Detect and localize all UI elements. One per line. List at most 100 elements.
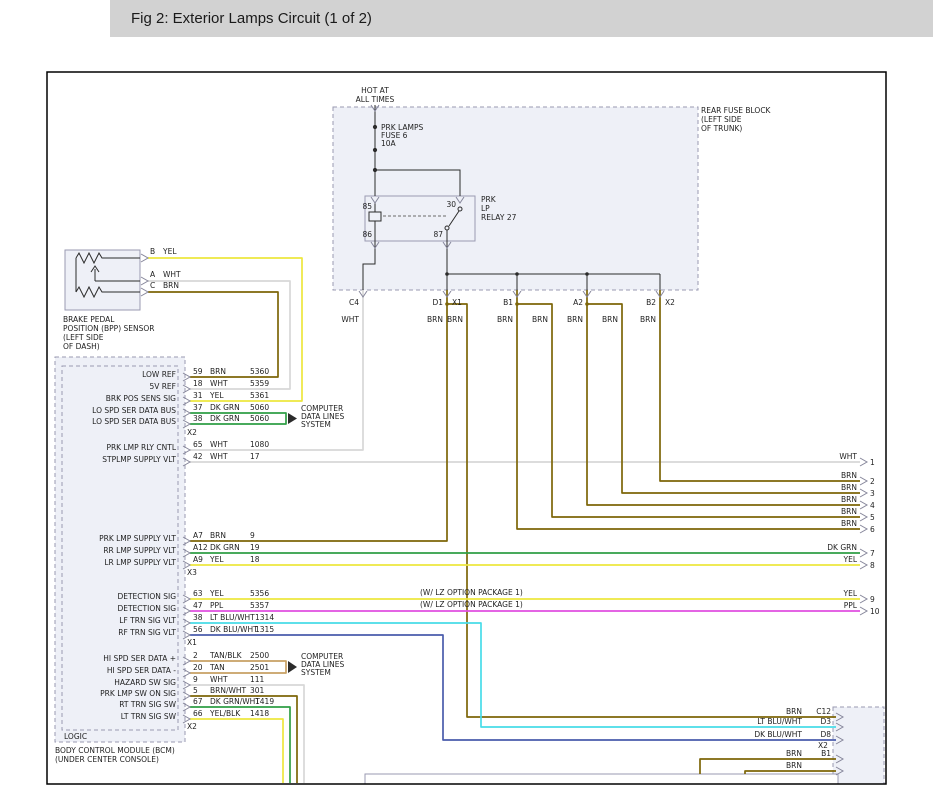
bcm-logic-label: LOGIC	[64, 732, 87, 741]
bcm-pin: 18	[193, 379, 203, 388]
wire-color-label: WHT	[341, 315, 359, 324]
circuit-number: 5360	[250, 367, 269, 376]
circuit-number: 1314	[255, 613, 274, 622]
exit-conn-label: X1	[452, 298, 462, 307]
right-pin-number: 2	[870, 477, 875, 486]
wire-color-label: BRN	[841, 495, 857, 504]
power-label: ALL TIMES	[356, 95, 395, 104]
junction-dot	[373, 168, 377, 172]
pin-chevron-icon	[860, 458, 867, 466]
pin-chevron-icon	[860, 489, 867, 497]
wire-color-label: BRN	[532, 315, 548, 324]
wire-color-label: WHT	[210, 452, 228, 461]
data-lines-label: SYSTEM	[301, 420, 331, 429]
circuit-number: 17	[250, 452, 260, 461]
right-pin-number: 5	[870, 513, 875, 522]
rear-pin-label: B1	[821, 749, 831, 758]
bcm-signal-label: STPLMP SUPPLY VLT	[102, 455, 176, 464]
fuse-terminal-dot	[373, 125, 377, 129]
bcm-signal-label: LF TRN SIG VLT	[119, 616, 176, 625]
option-note: (W/ LZ OPTION PACKAGE 1)	[420, 600, 523, 609]
bcm-connector-label: X3	[187, 568, 197, 577]
bus-dot	[515, 272, 519, 276]
bcm-pin: 42	[193, 452, 203, 461]
data-lines-arrow-icon	[288, 413, 297, 424]
wire-color-label: BRN	[640, 315, 656, 324]
bpp-pin-label: B	[150, 247, 155, 256]
wire-ltblu-lf-trn	[190, 623, 836, 727]
circuit-number: 1418	[250, 709, 269, 718]
circuit-number: 18	[250, 555, 260, 564]
fuse-terminal-dot	[373, 148, 377, 152]
wire-brn-pin4	[587, 290, 860, 505]
bcm-pin: 56	[193, 625, 203, 634]
bpp-pin-label: C	[150, 281, 155, 290]
wire-color-label: WHT	[163, 270, 181, 279]
bcm-signal-label: HI SPD SER DATA +	[103, 654, 176, 663]
bcm-pin: 37	[193, 403, 203, 412]
wire-color-label: BRN	[786, 761, 802, 770]
wire-color-label: TAN	[209, 663, 225, 672]
bcm-signal-label: HI SPD SER DATA -	[107, 666, 176, 675]
bcm-pin: 9	[193, 675, 198, 684]
bcm-signal-label: LO SPD SER DATA BUS	[92, 417, 176, 426]
wire-color-label: YEL	[209, 555, 224, 564]
pin-chevron-icon	[860, 549, 867, 557]
relay-pin-label: 30	[446, 200, 456, 209]
wire-color-label: YEL	[843, 589, 858, 598]
wire-brnwht-prk-sw	[190, 696, 297, 783]
exit-pin-label: D1	[432, 298, 443, 307]
bcm-signal-label: PRK LMP RLY CNTL	[106, 443, 176, 452]
bcm-signal-label: DETECTION SIG	[117, 604, 176, 613]
relay-name: LP	[481, 204, 490, 213]
pin-chevron-icon	[141, 254, 148, 262]
bcm-pin: 38	[193, 414, 203, 423]
exit-pin-label: A2	[573, 298, 583, 307]
bcm-pin: 59	[193, 367, 203, 376]
circuit-number: 5361	[250, 391, 269, 400]
relay-name: RELAY 27	[481, 213, 517, 222]
bcm-signal-label: LT TRN SIG SW	[121, 712, 177, 721]
bcm-signal-label: DETECTION SIG	[117, 592, 176, 601]
bpp-name: BRAKE PEDAL	[63, 315, 115, 324]
wire-brn-pin2	[660, 290, 860, 481]
bcm-pin: 2	[193, 651, 198, 660]
circuit-number: 5356	[250, 589, 269, 598]
wire-color-label: DK GRN	[210, 403, 240, 412]
bcm-name: BODY CONTROL MODULE (BCM)	[55, 746, 175, 755]
bpp-name: (LEFT SIDE	[63, 333, 104, 342]
right-pin-number: 3	[870, 489, 875, 498]
pin-chevron-icon	[860, 477, 867, 485]
wire-color-label: LT BLU/WHT	[210, 613, 255, 622]
circuit-number: 1315	[255, 625, 274, 634]
wire-color-label: WHT	[210, 379, 228, 388]
option-note: (W/ LZ OPTION PACKAGE 1)	[420, 588, 523, 597]
right-pin-number: 8	[870, 561, 875, 570]
wire-color-label: BRN	[841, 519, 857, 528]
wire-color-label: BRN	[567, 315, 583, 324]
pin-chevron-icon	[141, 277, 148, 285]
bcm-signal-label: 5V REF	[149, 382, 176, 391]
pin-chevron-icon	[860, 607, 867, 615]
wire-color-label: BRN	[602, 315, 618, 324]
wire-color-label: DK GRN	[210, 543, 240, 552]
data-lines-label: SYSTEM	[301, 668, 331, 677]
wire-color-label: PPL	[210, 601, 224, 610]
pin-chevron-icon	[860, 561, 867, 569]
relay-contact	[445, 226, 449, 230]
circuit-number: 5359	[250, 379, 269, 388]
pin-chevron-icon	[860, 501, 867, 509]
bcm-connector-label: X2	[187, 722, 197, 731]
circuit-number: 1080	[250, 440, 269, 449]
bcm-pin: 67	[193, 697, 203, 706]
splice-dot	[585, 302, 589, 306]
wire-brn-pin5	[517, 304, 860, 517]
fuse-block-title: OF TRUNK)	[701, 124, 742, 133]
wire-color-label: BRN	[841, 471, 857, 480]
rear-pin-label: C12	[816, 707, 831, 716]
wire-color-label: BRN	[786, 707, 802, 716]
wire-yelblk-lt-trn	[190, 719, 283, 783]
wire-color-label: BRN	[447, 315, 463, 324]
component-boxes	[55, 107, 884, 784]
bcm-connector-label: X1	[187, 638, 197, 647]
